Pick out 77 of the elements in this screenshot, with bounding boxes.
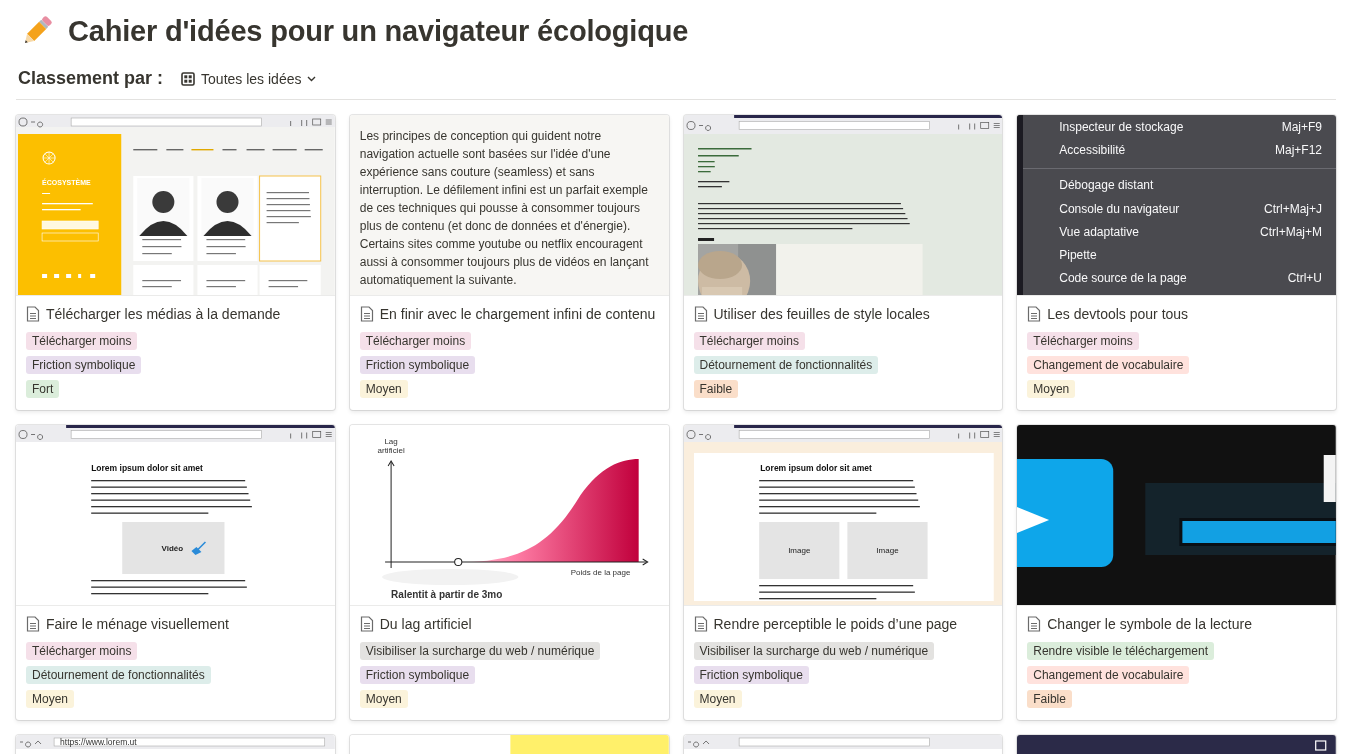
tag: Télécharger moins: [693, 332, 805, 350]
page-icon: [359, 616, 374, 632]
page-icon: [1027, 306, 1042, 322]
tag: Télécharger moins: [1027, 332, 1139, 350]
tag: Télécharger moins: [359, 332, 472, 350]
tag: Visibiliser la surcharge du web / numérique: [693, 642, 935, 660]
tag: Détournement de fonctionnalités: [26, 666, 211, 684]
tag: Fort: [26, 380, 60, 398]
placeholder-text-drawing: [697, 181, 729, 188]
tag: Détournement de fonctionnalités: [693, 356, 879, 374]
menu-item[interactable]: Accessibilité Maj+F12: [1023, 138, 1336, 162]
sort-label: Classement par :: [18, 68, 164, 89]
tag: Friction symbolique: [359, 356, 476, 374]
article-heading: Lorem ipsum dolor sit amet: [759, 463, 872, 473]
tag: Changement de vocabulaire: [1027, 666, 1190, 684]
chevron-down-icon: [307, 76, 317, 82]
menu-item[interactable]: Débogage distant: [1023, 173, 1336, 197]
placeholder-text-drawing: [697, 161, 715, 173]
card-title: Les devtools pour tous: [1047, 306, 1189, 322]
placeholder-text-drawing: [142, 239, 182, 255]
threshold-marker: [453, 557, 463, 567]
menu-item[interactable]: Code source de la page Ctrl+U: [1023, 266, 1336, 291]
menu-item[interactable]: Inspecteur de stockage Maj+F9: [1023, 115, 1336, 139]
tag: Visibiliser la surcharge du web / numérique: [359, 642, 601, 660]
idea-card[interactable]: Utiliser des feuilles de style locales Télécharger moins Détournement de fonctionnalités Faible: [683, 115, 1003, 410]
tag: Friction symbolique: [26, 356, 142, 374]
placeholder-text-drawing: [206, 239, 246, 255]
placeholder-text-drawing: [697, 148, 751, 157]
tag: Moyen: [359, 380, 408, 398]
tag: Moyen: [359, 690, 408, 708]
placeholder-text-drawing: [142, 280, 182, 288]
menu-item[interactable]: Vue adaptative Ctrl+Maj+M: [1023, 220, 1336, 244]
page-icon: [26, 616, 40, 632]
card-title: Changer le symbole de la lecture: [1047, 616, 1252, 632]
page-title: Cahier d'idées pour un navigateur écologique: [68, 14, 689, 48]
card-title: Utiliser des feuilles de style locales: [713, 306, 930, 322]
card-title: Rendre perceptible le poids d’une page: [713, 616, 958, 632]
tag: Friction symbolique: [693, 666, 809, 684]
card-title: Télécharger les médias à la demande: [46, 306, 281, 322]
page-icon: [359, 306, 374, 322]
idea-card[interactable]: [1017, 115, 1336, 410]
placeholder-text-drawing: [268, 280, 308, 288]
description-text: Les principes de conception qui guident notre navigation actuelle sont basées sur l'idée d'une expérience sans couture (seamless) et sans interruption. Le défilement infini est un parfait exemple de ces techniques qui pousse à consommer toujours plus de contenu (et donc de données et d'énergie). Certains sites comme youtube ou netflix encouragent aussi à consommer toujours plus de vidéos en lançant automatiquement la suivante.: [359, 128, 650, 289]
placeholder-text-drawing: [266, 192, 311, 224]
tag: Changement de vocabulaire: [1027, 356, 1190, 374]
placeholder-text-drawing: [42, 203, 93, 211]
window-icon: [1315, 740, 1327, 751]
grid-icon: [181, 72, 196, 86]
idea-card[interactable]: [349, 115, 669, 410]
idea-card[interactable]: Changer le symbole de la lecture Rendre visible le téléchargement Changement de vocabulaire Faible: [1017, 425, 1336, 720]
menu-item[interactable]: Console du navigateur Ctrl+Maj+J: [1023, 196, 1336, 221]
article-heading: Lorem ipsum dolor sit amet: [91, 463, 203, 473]
page-icon: [1027, 616, 1042, 632]
tag: Moyen: [1027, 380, 1076, 398]
person-figure-drawing: [139, 191, 188, 236]
page-icon: [693, 616, 708, 632]
person-figure-drawing: [203, 191, 252, 236]
tag: Moyen: [693, 690, 742, 708]
tag: Friction symbolique: [359, 666, 476, 684]
card-title: Faire le ménage visuellement: [46, 616, 229, 632]
play-icon: [1017, 459, 1114, 567]
tag: Télécharger moins: [26, 332, 138, 350]
card-title: Du lag artificiel: [379, 616, 472, 632]
card-title: En finir avec le chargement infini de contenu: [379, 306, 656, 322]
url-text: https://www.lorem.ut: [60, 737, 137, 748]
tag: Rendre visible le téléchargement: [1027, 642, 1214, 660]
placeholder-text-drawing: [206, 280, 246, 288]
page-icon: [693, 306, 708, 322]
tag: Télécharger moins: [26, 642, 138, 660]
diagram-caption: Ralentit à partir de 3mo: [390, 589, 503, 600]
tag: Faible: [1027, 690, 1072, 708]
page-icon: [26, 306, 40, 322]
view-dropdown[interactable]: Toutes les idées: [177, 69, 321, 89]
menu-item[interactable]: Pipette: [1023, 243, 1336, 267]
broom-icon: [191, 541, 207, 555]
tag: Moyen: [26, 690, 75, 708]
tag: Faible: [693, 380, 739, 398]
